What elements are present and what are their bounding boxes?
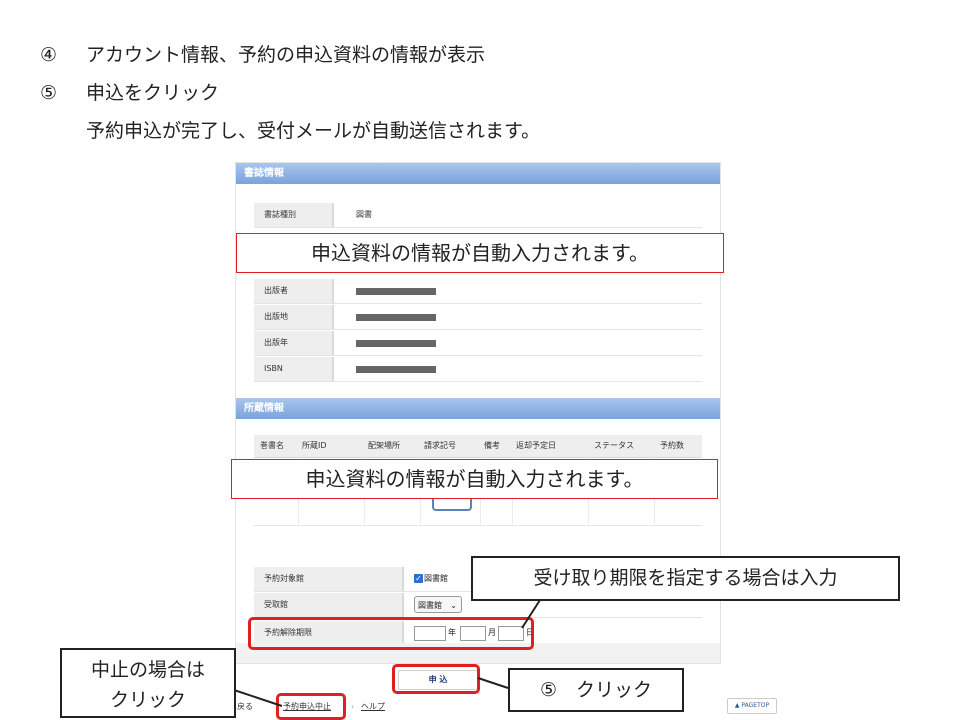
callout-line: クリック [109,689,186,711]
cancel-callout: 中止の場合は クリック [60,648,236,718]
callout-line: 中止の場合は [90,659,205,681]
callout-connectors [233,599,541,707]
deadline-callout: 受け取り期限を指定する場合は入力 [471,556,900,601]
click-callout: ⑤ クリック [508,668,684,712]
